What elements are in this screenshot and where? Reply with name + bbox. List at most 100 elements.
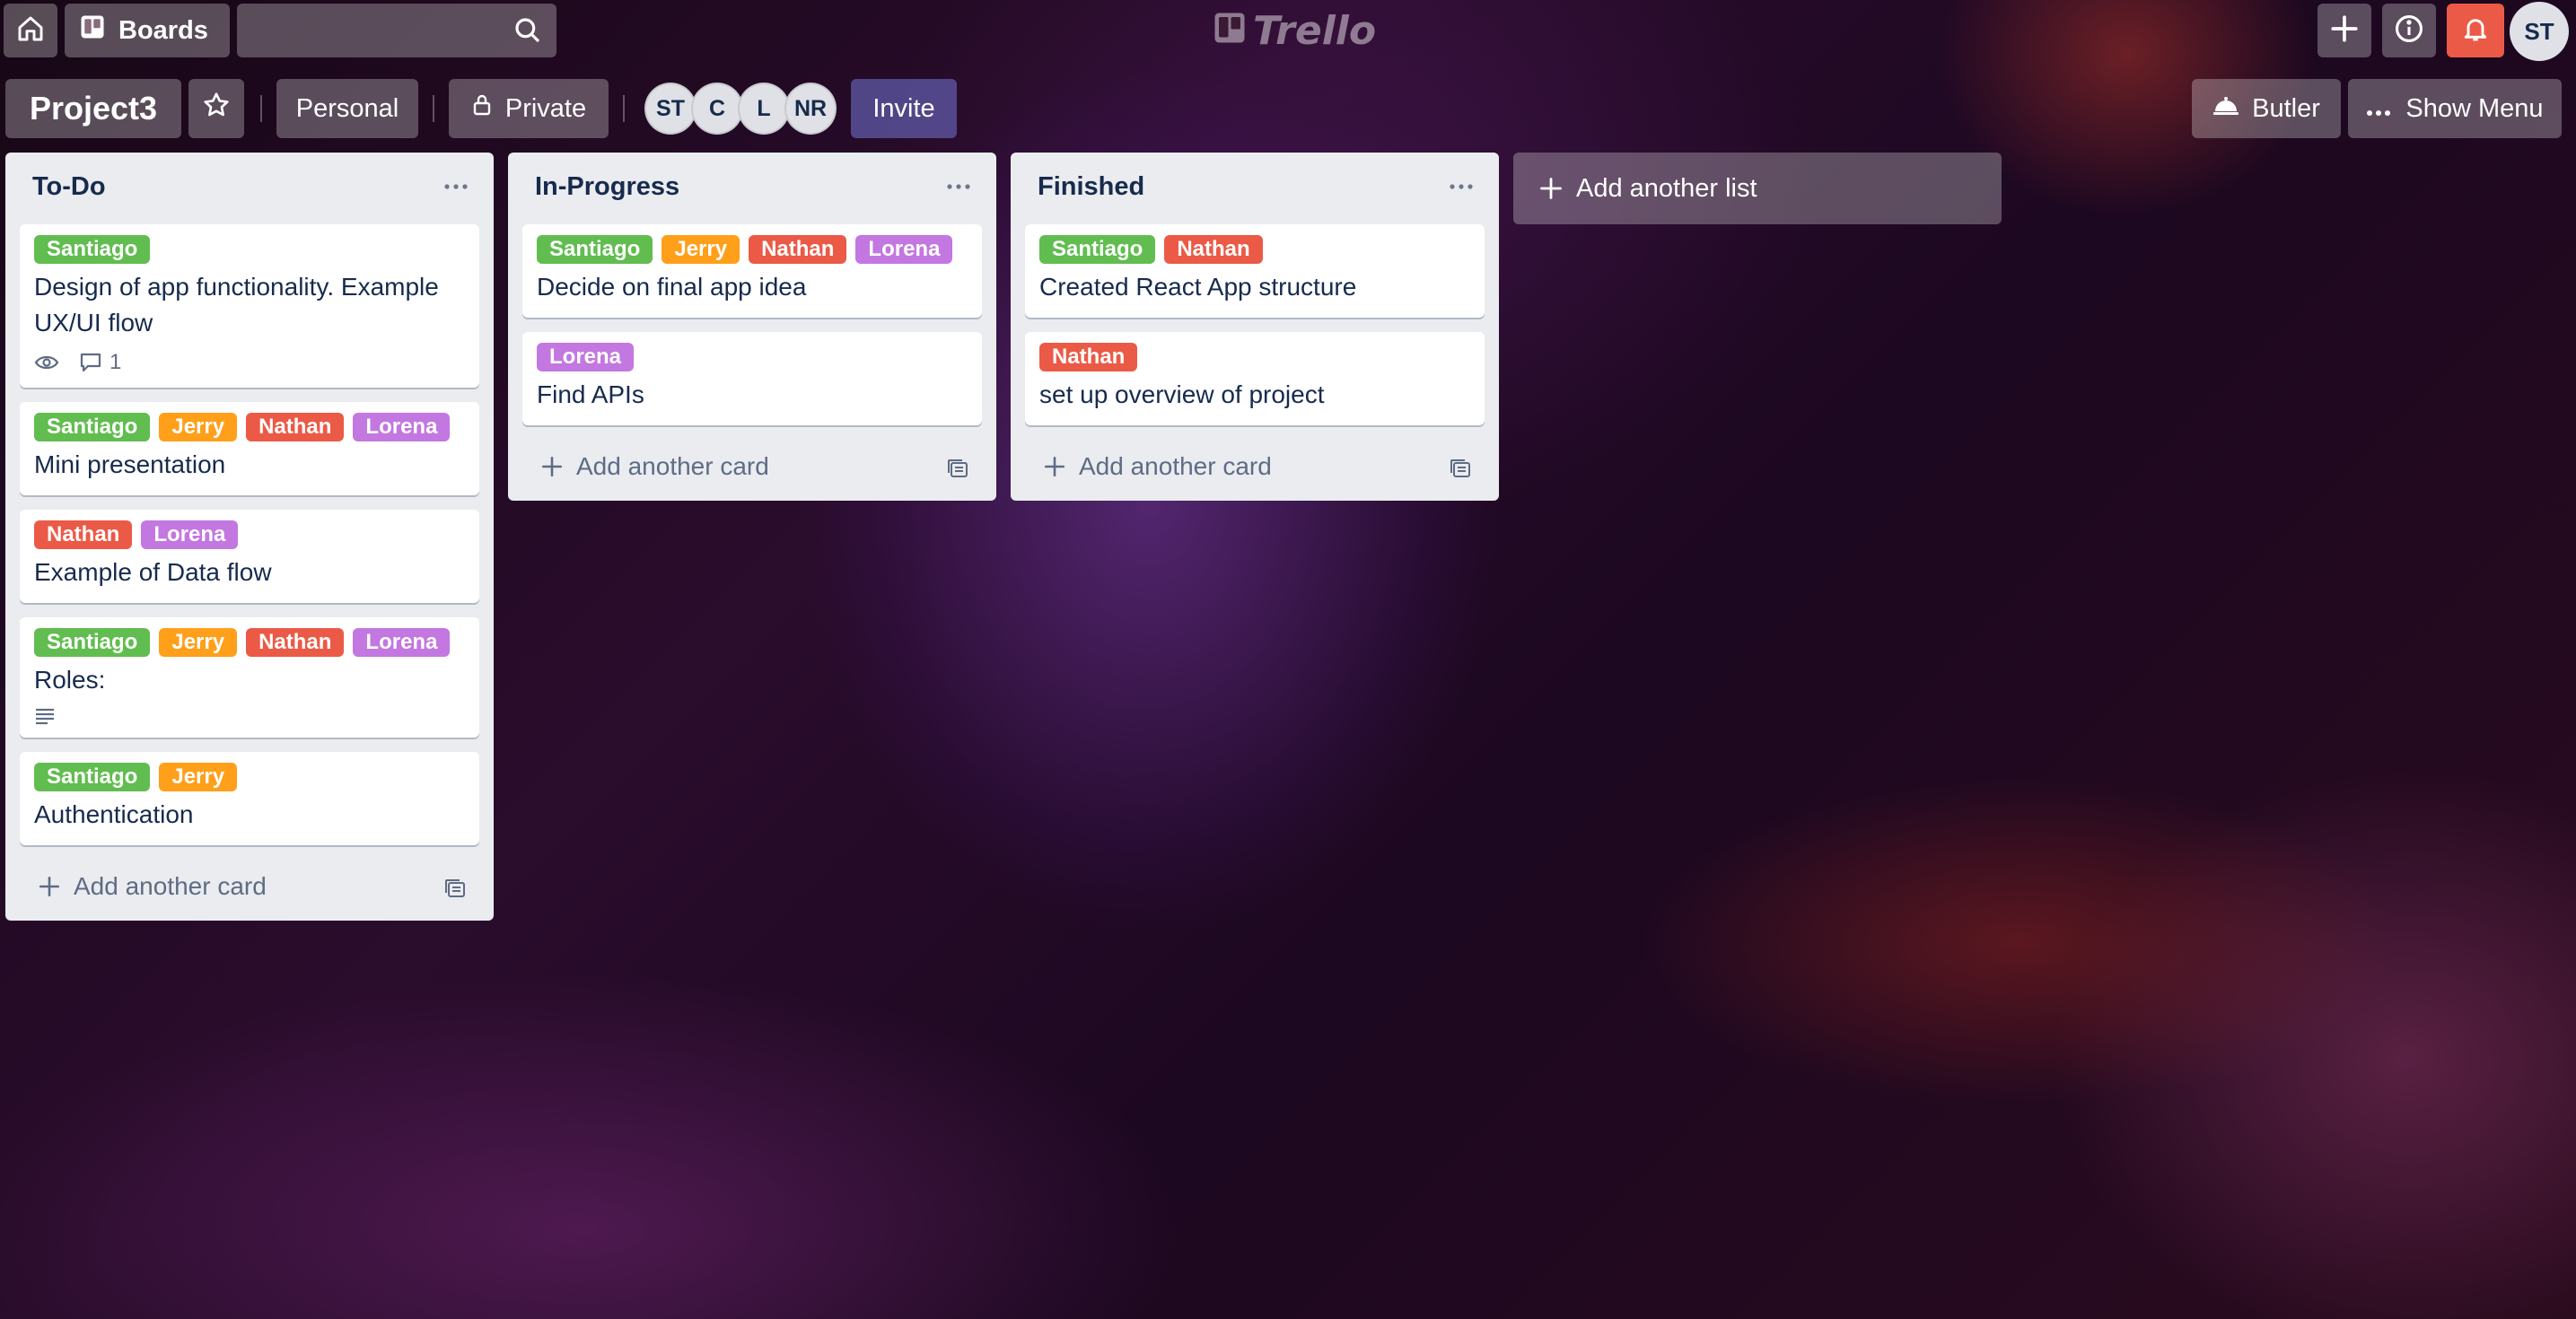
label-santiago[interactable]: Santiago xyxy=(34,235,151,264)
lock-icon xyxy=(471,93,493,124)
add-card-button[interactable]: Add another card xyxy=(540,452,769,481)
card[interactable]: Santiago Jerry Nathan Lorena Roles: xyxy=(20,617,479,738)
list-menu-button[interactable] xyxy=(941,169,977,205)
card[interactable]: Santiago Jerry Authentication xyxy=(20,752,479,845)
card-title: set up overview of project xyxy=(1039,380,1325,408)
label-nathan[interactable]: Nathan xyxy=(749,235,847,264)
user-avatar[interactable]: ST xyxy=(2510,2,2569,61)
list-menu-button[interactable] xyxy=(1443,169,1479,205)
card-badges: 1 xyxy=(34,350,465,375)
list-header: To-Do xyxy=(5,153,494,224)
label-jerry[interactable]: Jerry xyxy=(159,413,238,441)
label-lorena[interactable]: Lorena xyxy=(353,628,451,657)
member-avatar[interactable]: C xyxy=(691,83,743,135)
label-jerry[interactable]: Jerry xyxy=(662,235,740,264)
card[interactable]: Santiago Design of app functionality. Ex… xyxy=(20,224,479,388)
description-icon xyxy=(36,708,54,725)
label-santiago[interactable]: Santiago xyxy=(1039,235,1156,264)
card-labels: Santiago Jerry Nathan Lorena xyxy=(537,235,968,264)
card-title: Created React App structure xyxy=(1039,273,1357,301)
boards-icon xyxy=(79,13,106,48)
label-santiago[interactable]: Santiago xyxy=(34,628,151,657)
label-santiago[interactable]: Santiago xyxy=(34,763,151,791)
card-title: Design of app functionality. Example UX/… xyxy=(34,273,439,336)
home-button[interactable] xyxy=(4,4,57,57)
card[interactable]: Nathan Lorena Example of Data flow xyxy=(20,510,479,603)
add-card-button[interactable]: Add another card xyxy=(1043,452,1272,481)
label-jerry[interactable]: Jerry xyxy=(159,628,238,657)
search-box xyxy=(237,4,556,57)
label-nathan[interactable]: Nathan xyxy=(1164,235,1263,264)
list-header: Finished xyxy=(1011,153,1499,224)
add-list-button[interactable]: Add another list xyxy=(1513,153,2002,224)
star-board-button[interactable] xyxy=(188,79,244,138)
star-icon xyxy=(202,91,231,127)
notifications-button[interactable] xyxy=(2447,4,2504,57)
description-badge xyxy=(34,707,56,725)
card-template-icon[interactable] xyxy=(1449,458,1472,484)
info-button[interactable] xyxy=(2382,4,2436,57)
add-card-button[interactable]: Add another card xyxy=(38,872,267,901)
more-icon xyxy=(2366,94,2391,124)
more-icon xyxy=(444,184,468,189)
list-finished: Finished Santiago Nathan Created React A… xyxy=(1011,153,1499,501)
butler-button[interactable]: Butler xyxy=(2192,79,2341,138)
card[interactable]: Nathan set up overview of project xyxy=(1025,332,1485,425)
list-todo: To-Do Santiago Design of app functionali… xyxy=(5,153,494,921)
more-icon xyxy=(1450,184,1473,189)
label-lorena[interactable]: Lorena xyxy=(537,343,635,371)
board-title[interactable]: Project3 xyxy=(5,79,181,138)
label-nathan[interactable]: Nathan xyxy=(1039,343,1138,371)
eye-icon xyxy=(34,355,59,370)
label-santiago[interactable]: Santiago xyxy=(537,235,653,264)
member-avatar[interactable]: L xyxy=(738,83,790,135)
show-menu-button[interactable]: Show Menu xyxy=(2348,79,2562,138)
label-nathan[interactable]: Nathan xyxy=(34,520,133,549)
card-template-icon[interactable] xyxy=(946,458,969,484)
home-icon xyxy=(16,14,45,48)
card[interactable]: Santiago Jerry Nathan Lorena Mini presen… xyxy=(20,402,479,495)
label-jerry[interactable]: Jerry xyxy=(159,763,238,791)
add-card-label: Add another card xyxy=(74,872,267,900)
label-nathan[interactable]: Nathan xyxy=(246,628,345,657)
list-title[interactable]: To-Do xyxy=(32,172,106,202)
boards-button[interactable]: Boards xyxy=(65,4,230,57)
team-visibility-button[interactable]: Personal xyxy=(276,79,418,138)
card-title: Decide on final app idea xyxy=(537,273,807,301)
member-avatar[interactable]: NR xyxy=(784,83,837,135)
label-lorena[interactable]: Lorena xyxy=(353,413,451,441)
label-nathan[interactable]: Nathan xyxy=(246,413,345,441)
top-navigation-bar: Boards Trello ST xyxy=(0,0,2576,61)
list-title[interactable]: In-Progress xyxy=(535,172,679,202)
list-menu-button[interactable] xyxy=(438,169,474,205)
boards-label: Boards xyxy=(118,15,208,45)
add-card-label: Add another card xyxy=(576,452,769,480)
search-input[interactable] xyxy=(237,4,556,57)
list-title[interactable]: Finished xyxy=(1038,172,1144,202)
card[interactable]: Lorena Find APIs xyxy=(522,332,982,425)
invite-button[interactable]: Invite xyxy=(851,79,957,138)
member-avatar[interactable]: ST xyxy=(644,83,697,135)
label-lorena[interactable]: Lorena xyxy=(141,520,239,549)
card-badges xyxy=(34,707,465,725)
list-footer: Add another card xyxy=(508,436,996,501)
add-card-label: Add another card xyxy=(1079,452,1272,480)
create-button[interactable] xyxy=(2318,4,2371,57)
card[interactable]: Santiago Jerry Nathan Lorena Decide on f… xyxy=(522,224,982,318)
card-title: Find APIs xyxy=(537,380,644,408)
label-lorena[interactable]: Lorena xyxy=(855,235,953,264)
card-template-icon[interactable] xyxy=(443,878,467,904)
privacy-label: Private xyxy=(504,93,587,123)
privacy-button[interactable]: Private xyxy=(449,79,609,138)
butler-bell-icon xyxy=(2212,93,2239,124)
card-labels: Nathan Lorena xyxy=(34,520,465,549)
label-santiago[interactable]: Santiago xyxy=(34,413,151,441)
search-icon[interactable] xyxy=(513,16,542,49)
bell-icon xyxy=(2461,14,2490,48)
card-title: Authentication xyxy=(34,800,194,828)
card[interactable]: Santiago Nathan Created React App struct… xyxy=(1025,224,1485,318)
trello-logo[interactable]: Trello xyxy=(1214,7,1376,54)
list-footer: Add another card xyxy=(1011,436,1499,501)
list-header: In-Progress xyxy=(508,153,996,224)
trello-logo-icon xyxy=(1214,8,1246,54)
